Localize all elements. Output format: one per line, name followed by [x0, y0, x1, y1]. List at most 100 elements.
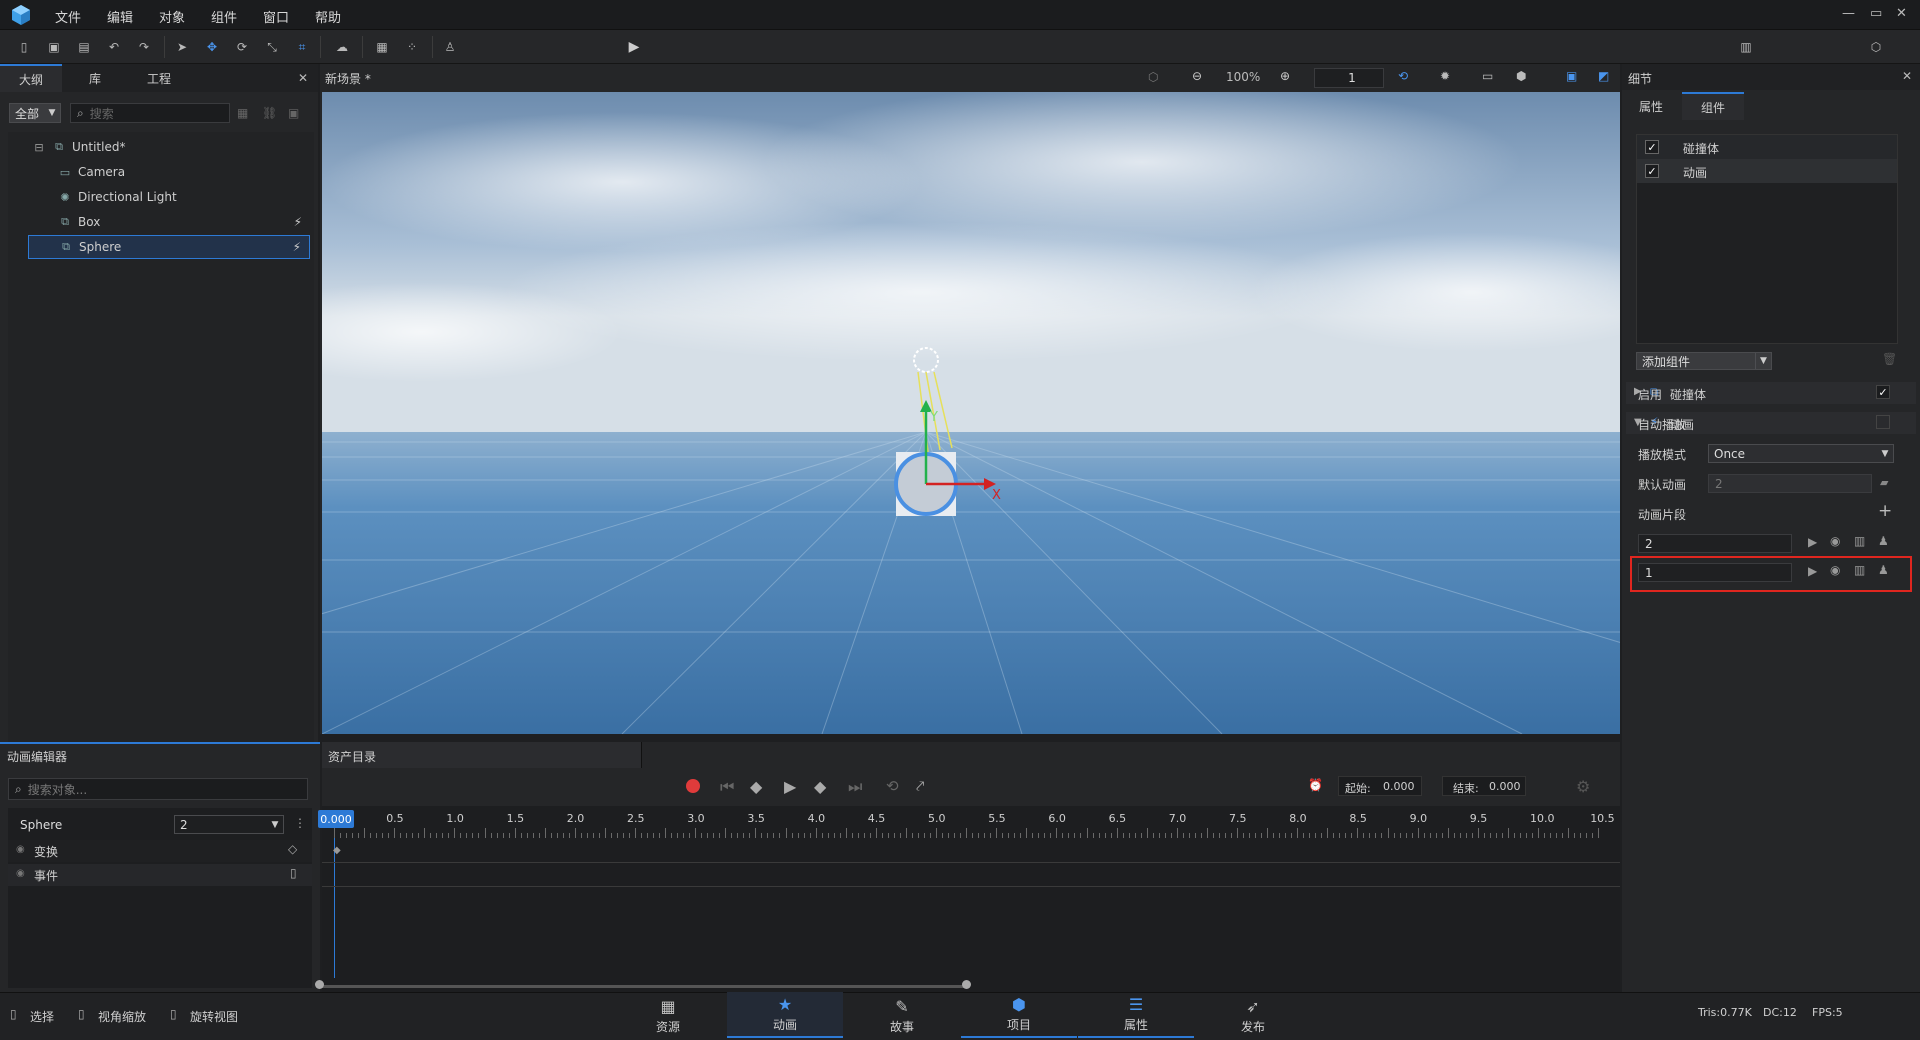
play-icon[interactable]: ▶: [624, 37, 644, 57]
tool-rotate-label[interactable]: 旋转视图: [190, 1008, 238, 1025]
delete-component-icon[interactable]: 🗑: [1882, 352, 1897, 366]
section-collider[interactable]: ▶ ⧉ 碰撞体: [1626, 382, 1916, 404]
zoom-in-icon[interactable]: ⊕: [1280, 69, 1290, 83]
folder-icon[interactable]: ▰: [1880, 476, 1888, 489]
stamp-icon[interactable]: ♟: [1878, 534, 1889, 548]
layout-icon[interactable]: ▥: [1736, 37, 1756, 57]
tree-item-directional-light[interactable]: ✺ Directional Light: [58, 185, 310, 209]
menu-object[interactable]: 对象: [159, 7, 185, 26]
grid-icon[interactable]: ▦: [372, 37, 392, 57]
play-icon[interactable]: ▶: [784, 777, 796, 796]
keyframe-icon[interactable]: ◇: [288, 842, 297, 856]
zoom-out-icon[interactable]: ⊖: [1192, 69, 1202, 83]
collapse-icon[interactable]: ▣: [288, 106, 299, 120]
skip-start-icon[interactable]: ⏮: [720, 777, 734, 797]
keyframe-marker[interactable]: ◆: [333, 845, 341, 856]
default-anim-field[interactable]: 2: [1708, 474, 1872, 493]
next-key-icon[interactable]: ◆: [814, 777, 826, 796]
loop-icon[interactable]: ⟲: [886, 777, 899, 795]
tab-properties[interactable]: 属性: [1628, 92, 1674, 120]
tree-item-sphere[interactable]: ⧉ Sphere ⚡: [28, 235, 310, 259]
new-file-icon[interactable]: ▯: [14, 37, 34, 57]
tree-item-box[interactable]: ⧉ Box ⚡: [58, 210, 310, 234]
tab-animation[interactable]: ★ 动画: [727, 992, 843, 1038]
track-row-events[interactable]: ◉ 事件 ▯: [8, 864, 312, 886]
tab-story[interactable]: ✎ 故事: [844, 992, 960, 1038]
asset-tab[interactable]: 资产目录: [322, 742, 642, 768]
clip-select[interactable]: 2 ▼: [174, 815, 284, 834]
menu-window[interactable]: 窗口: [263, 7, 289, 26]
menu-help[interactable]: 帮助: [315, 7, 341, 26]
tab-components[interactable]: 组件: [1682, 92, 1744, 120]
rotate-view-icon[interactable]: ▯: [170, 1007, 177, 1021]
group-icon[interactable]: ▦: [237, 106, 248, 120]
tool-select-label[interactable]: 选择: [30, 1008, 54, 1025]
menu-component[interactable]: 组件: [211, 7, 237, 26]
shield-icon[interactable]: ⬡: [1148, 70, 1158, 84]
play-clip-icon[interactable]: ▶: [1808, 564, 1817, 578]
component-checkbox[interactable]: ✓: [1645, 140, 1659, 154]
frame-input[interactable]: 1: [1314, 68, 1384, 88]
clip-name-input[interactable]: 1: [1638, 563, 1792, 582]
tab-project[interactable]: 工程: [128, 64, 190, 92]
cloud-icon[interactable]: ☁: [332, 37, 352, 57]
tree-item-untitled[interactable]: ⊟ ⧉ Untitled*: [28, 135, 310, 159]
link-icon[interactable]: ⛓: [262, 106, 277, 120]
end-time-field[interactable]: 结束: 0.000: [1442, 776, 1526, 796]
save-icon[interactable]: ▣: [44, 37, 64, 57]
timeline-area[interactable]: [322, 806, 1620, 992]
gear-icon[interactable]: ⚙: [1576, 777, 1590, 796]
tab-properties[interactable]: ☰ 属性: [1078, 992, 1194, 1038]
outline-filter-select[interactable]: 全部 ▼: [9, 103, 61, 123]
add-clip-icon[interactable]: +: [1878, 501, 1892, 521]
undo-icon[interactable]: ↶: [104, 37, 124, 57]
eye-icon[interactable]: ◉: [1830, 563, 1840, 577]
orbit-icon[interactable]: ⟲: [1398, 69, 1408, 83]
perspective-icon[interactable]: ▣: [1566, 69, 1577, 83]
minimize-button[interactable]: —: [1842, 6, 1855, 21]
tab-publish[interactable]: ➶ 发布: [1195, 992, 1311, 1038]
gear-icon[interactable]: ✹: [1440, 69, 1450, 83]
add-component-select[interactable]: 添加组件 ▼: [1636, 352, 1772, 370]
trash-icon[interactable]: ▥: [1854, 534, 1865, 548]
person-icon[interactable]: ♙: [440, 37, 460, 57]
close-window-button[interactable]: ✕: [1896, 6, 1907, 21]
menu-edit[interactable]: 编辑: [107, 7, 133, 26]
tab-assets[interactable]: ▦ 资源: [610, 992, 726, 1038]
move-tool-icon[interactable]: ✥: [202, 37, 222, 57]
playhead-handle[interactable]: 0.000: [318, 810, 354, 828]
menu-file[interactable]: 文件: [55, 7, 81, 26]
overlay-icon[interactable]: ◩: [1598, 69, 1609, 83]
camera-view-icon[interactable]: ▭: [1482, 69, 1493, 83]
save-all-icon[interactable]: ▤: [74, 37, 94, 57]
curve-icon[interactable]: ⤤: [916, 777, 924, 795]
trash-icon[interactable]: ▥: [1854, 563, 1865, 577]
redo-icon[interactable]: ↷: [134, 37, 154, 57]
component-row-animation[interactable]: ✓ 动画: [1637, 159, 1897, 183]
component-checkbox[interactable]: ✓: [1645, 164, 1659, 178]
autoplay-checkbox[interactable]: [1876, 415, 1890, 429]
record-button[interactable]: [686, 779, 700, 793]
dot-grid-icon[interactable]: ⁘: [402, 37, 422, 57]
scene-viewport[interactable]: [322, 92, 1620, 734]
event-marker-icon[interactable]: ▯: [290, 866, 297, 880]
anim-search-input[interactable]: ⌕ 搜索对象...: [8, 778, 308, 800]
start-time-field[interactable]: 起始: 0.000: [1338, 776, 1422, 796]
transform-tool-icon[interactable]: ⌗: [292, 37, 312, 57]
component-row-collider[interactable]: ✓ 碰撞体: [1637, 135, 1897, 159]
rotate-tool-icon[interactable]: ⟳: [232, 37, 252, 57]
scrollbar-handle-right[interactable]: [962, 980, 971, 989]
tool-zoom-label[interactable]: 视角缩放: [98, 1008, 146, 1025]
select-tool-icon[interactable]: ▯: [10, 1007, 17, 1021]
scale-tool-icon[interactable]: ⤡: [262, 37, 282, 57]
maximize-button[interactable]: ▭: [1870, 6, 1882, 21]
select-tool-icon[interactable]: ➤: [172, 37, 192, 57]
track-row-transform[interactable]: ◉ 变换 ◇: [8, 840, 312, 862]
visibility-icon[interactable]: ◉: [16, 868, 25, 879]
clip-name-input[interactable]: 2: [1638, 534, 1792, 553]
outline-search-input[interactable]: ⌕ 搜索: [70, 103, 230, 123]
playmode-select[interactable]: Once ▼: [1708, 444, 1894, 463]
close-icon[interactable]: ✕: [1902, 69, 1912, 83]
more-options-icon[interactable]: ⋮: [294, 816, 306, 830]
tab-project[interactable]: ⬢ 项目: [961, 992, 1077, 1038]
